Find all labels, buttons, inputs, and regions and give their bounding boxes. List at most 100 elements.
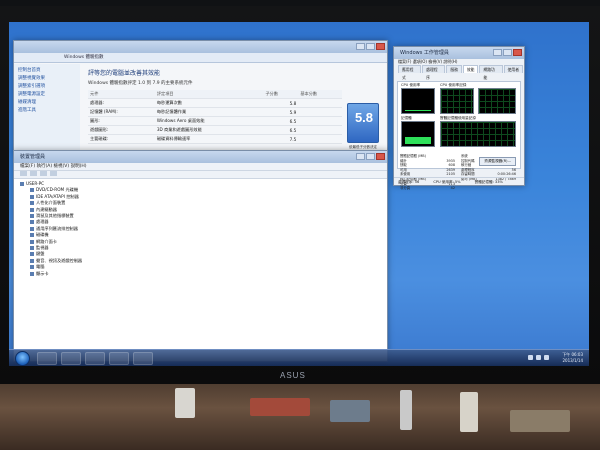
table-header-row: 元件 評定項目 子分數 基本分數 [88, 90, 342, 99]
menu-bar[interactable]: 檔案(F) 執行(A) 檢視(V) 說明(H) [14, 163, 387, 171]
minimize-icon[interactable] [356, 43, 365, 50]
address-bar[interactable]: Windows 體驗指數 [14, 53, 387, 63]
maximize-icon[interactable] [366, 43, 375, 50]
tab-strip: 應用程式 處理程序 服務 效能 網路功能 使用者 [394, 65, 524, 80]
column-header: 基本分數 [298, 90, 342, 99]
clock[interactable]: 下午 06:03 2013/1/14 [562, 352, 583, 364]
tab-services[interactable]: 服務 [446, 65, 462, 73]
ie-taskbar-icon[interactable] [37, 352, 57, 365]
performance-main: 評等您的電腦並改善其效能 Windows 體驗指數評定 1.0 到 7.9 的主… [84, 66, 387, 151]
score-cell: 6.5 [263, 116, 299, 126]
close-icon[interactable] [376, 43, 385, 50]
forward-icon[interactable] [30, 171, 37, 176]
cpu-history-graph-2 [478, 88, 516, 114]
tree-node-label: 內建驅動器 [36, 206, 57, 212]
explorer-taskbar-icon[interactable] [61, 352, 81, 365]
tree-root-label: USER-PC [26, 181, 45, 186]
volume-icon[interactable] [536, 355, 541, 360]
tree-node-label: 顯示卡 [36, 270, 49, 276]
status-cpu: CPU 使用率: 5% [433, 180, 461, 184]
stat-value: 42 [450, 186, 455, 191]
tab-processes[interactable]: 處理程序 [422, 65, 446, 80]
device-icon [30, 188, 34, 193]
monitor: Windows 體驗指數 控制台首頁 調整視覺效果 調整索引選項 調整電源設定 … [0, 6, 600, 384]
device-icon [30, 201, 34, 206]
table-row: 處理器: 每秒運算次數 5.8 [88, 98, 342, 108]
network-icon[interactable] [528, 355, 533, 360]
table-row: 遊戲圖形: 3D 商業和遊戲圖形效能 6.5 [88, 125, 342, 135]
table-row: 記憶體 (RAM): 每秒記憶體作業 5.9 [88, 107, 342, 117]
sidebar-link[interactable]: 調整索引選項 [18, 83, 76, 91]
sidebar: 控制台首頁 調整視覺效果 調整索引選項 調整電源設定 磁碟清理 進階工具 [14, 64, 80, 151]
device-icon [30, 252, 34, 257]
tree-node-label: 電腦 [36, 264, 45, 270]
sidebar-link[interactable]: 進階工具 [18, 107, 76, 115]
sidebar-link[interactable]: 調整電源設定 [18, 91, 76, 99]
tree-node-label: DVD/CD-ROM 光碟機 [36, 187, 79, 193]
base-score-badge: 5.8 [347, 103, 379, 143]
tree-node-label: 聲音、視訊及遊戲控制器 [36, 257, 83, 263]
app-taskbar-icon[interactable] [133, 352, 153, 365]
help-icon[interactable] [50, 171, 57, 176]
cpu-history-graph-1 [440, 88, 474, 114]
device-icon [30, 265, 34, 270]
taskbar: 下午 06:03 2013/1/14 [9, 349, 589, 366]
sidebar-link[interactable]: 調整視覺效果 [18, 75, 76, 83]
score-cell: 5.8 [263, 98, 299, 108]
task-manager-titlebar: Windows 工作管理員 [394, 47, 524, 59]
tree-node[interactable]: 顯示卡 [20, 271, 381, 277]
page-subtitle: Windows 體驗指數評定 1.0 到 7.9 的主要系統元件 [88, 81, 193, 86]
sidebar-link[interactable]: 控制台首頁 [18, 67, 76, 75]
close-icon[interactable] [513, 49, 522, 56]
minimize-icon[interactable] [493, 49, 502, 56]
tree-node-label: 處理器 [36, 219, 49, 225]
device-icon [30, 207, 34, 212]
tab-performance[interactable]: 效能 [462, 65, 479, 73]
sidebar-link[interactable]: 磁碟清理 [18, 99, 76, 107]
memory-usage-fill [405, 136, 431, 144]
device-icon [30, 239, 34, 244]
device-icon [30, 226, 34, 231]
computer-icon [20, 182, 24, 186]
tree-node-label: IDE ATA/ATAPI 控制器 [36, 193, 79, 199]
tab-networking[interactable]: 網路功能 [479, 65, 503, 80]
flag-icon[interactable] [544, 355, 549, 360]
tree-node-label: 監視器 [36, 245, 49, 251]
desk-surface [0, 380, 600, 450]
tree-node-label: 通用序列匯流排控制器 [36, 225, 78, 231]
desc-cell: 3D 商業和遊戲圖形效能 [154, 125, 264, 135]
performance-window: Windows 體驗指數 控制台首頁 調整視覺效果 調整索引選項 調整電源設定 … [13, 40, 388, 152]
properties-icon[interactable] [40, 171, 47, 176]
close-icon[interactable] [376, 153, 385, 160]
clock-date: 2013/1/14 [562, 358, 583, 363]
back-icon[interactable] [20, 171, 27, 176]
memory-history-graph [440, 121, 516, 147]
desk-object [510, 410, 570, 432]
page-title: 評等您的電腦並改善其效能 [88, 70, 161, 77]
device-icon [30, 246, 34, 251]
tree-node-label: 磁碟機 [36, 232, 49, 238]
desk-object [250, 398, 310, 416]
folder-taskbar-icon[interactable] [85, 352, 105, 365]
stat-key: 非分頁 [400, 186, 411, 191]
component-cell: 主要磁碟: [88, 134, 155, 144]
minimize-icon[interactable] [356, 153, 365, 160]
device-tree: USER-PC DVD/CD-ROM 光碟機 IDE ATA/ATAPI 控制器… [14, 179, 387, 361]
tree-node-label: 鍵盤 [36, 251, 45, 257]
start-button[interactable] [15, 351, 30, 366]
device-icon [30, 271, 34, 276]
device-icon [30, 214, 34, 219]
resource-monitor-button[interactable]: 資源監視器(R)... [479, 157, 516, 166]
table-row: 主要磁碟: 磁碟資料傳輸速率 7.5 [88, 134, 342, 144]
tab-users[interactable]: 使用者 [503, 65, 523, 73]
window-title: Windows 工作管理員 [400, 50, 449, 56]
memory-usage-gauge [401, 121, 435, 147]
maximize-icon[interactable] [366, 153, 375, 160]
score-cell: 7.5 [263, 134, 299, 144]
app-taskbar-icon[interactable] [109, 352, 129, 365]
desc-cell: 磁碟資料傳輸速率 [154, 134, 264, 144]
tab-applications[interactable]: 應用程式 [398, 65, 422, 80]
task-manager-window: Windows 工作管理員 檔案(F) 選項(O) 檢視(V) 說明(H) 應用… [393, 46, 525, 190]
maximize-icon[interactable] [503, 49, 512, 56]
device-icon [30, 258, 34, 263]
